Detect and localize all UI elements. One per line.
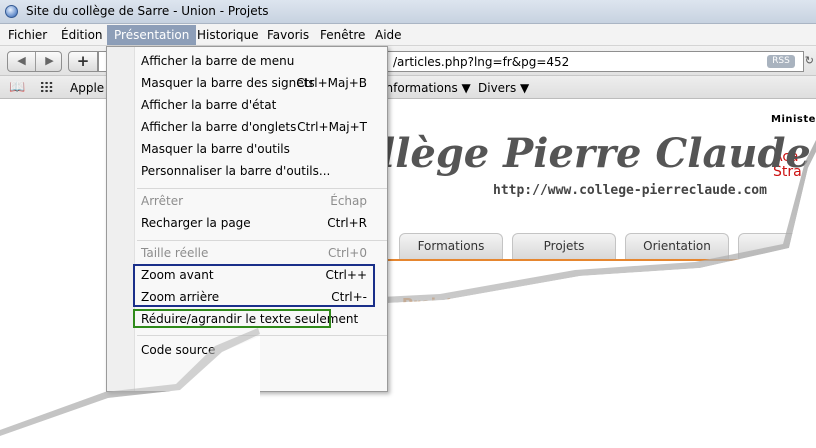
section-heading: Projets: [402, 295, 463, 313]
menu-item-label: Arrêter: [141, 194, 184, 208]
menu-fichier[interactable]: Fichier: [8, 28, 47, 42]
bookmark-divers[interactable]: Divers ▼: [478, 81, 529, 95]
menu-bar: Fichier Édition Présentation Historique …: [0, 24, 816, 46]
url-text: /articles.php?lng=fr&pg=452: [393, 55, 570, 69]
ministere-label: Ministere: [771, 114, 816, 125]
menu-item-personnaliser-outils[interactable]: Personnaliser la barre d'outils...: [141, 161, 381, 181]
menu-item-recharger[interactable]: Recharger la page Ctrl+R: [141, 213, 381, 233]
menu-separator: [137, 240, 387, 241]
nav-buttons: ◀ ▶: [7, 51, 62, 72]
menu-favoris[interactable]: Favoris: [267, 28, 309, 42]
menu-item-label: Personnaliser la barre d'outils...: [141, 164, 331, 178]
reload-icon[interactable]: ↻: [805, 54, 814, 67]
menu-item-afficher-onglets[interactable]: Afficher la barre d'onglets Ctrl+Maj+T: [141, 117, 381, 137]
tab-partial[interactable]: [738, 233, 816, 259]
forward-button[interactable]: ▶: [36, 54, 63, 67]
menu-item-label: Afficher la barre d'onglets: [141, 120, 297, 134]
menu-item-afficher-barre-etat[interactable]: Afficher la barre d'état: [141, 95, 381, 115]
site-url: http://www.college-pierreclaude.com: [493, 183, 767, 198]
menu-item-afficher-barre-menu[interactable]: Afficher la barre de menu: [141, 51, 381, 71]
menu-item-label: Afficher la barre de menu: [141, 54, 295, 68]
menu-item-shortcut: Ctrl+0: [327, 246, 367, 260]
site-title: llège Pierre Claude: [380, 130, 811, 177]
tab-projets[interactable]: Projets: [512, 233, 616, 259]
menu-separator: [137, 188, 387, 189]
add-bookmark-button[interactable]: +: [68, 51, 98, 72]
menu-aide[interactable]: Aide: [375, 28, 402, 42]
menu-item-label: Masquer la barre des signets: [141, 76, 315, 90]
book-icon[interactable]: 📖: [9, 80, 25, 95]
menu-item-masquer-outils[interactable]: Masquer la barre d'outils: [141, 139, 381, 159]
menu-fenetre[interactable]: Fenêtre: [320, 28, 365, 42]
menu-item-arreter: Arrêter Échap: [141, 191, 381, 211]
menu-item-label: Afficher la barre d'état: [141, 98, 277, 112]
menu-item-masquer-signets[interactable]: Masquer la barre des signets Ctrl+Maj+B: [141, 73, 381, 93]
bookmark-apple[interactable]: Apple: [70, 81, 104, 95]
menu-edition[interactable]: Édition: [61, 28, 103, 42]
menu-separator: [137, 335, 387, 336]
menu-item-shortcut: Échap: [330, 194, 367, 208]
presentation-menu: Afficher la barre de menu Masquer la bar…: [106, 46, 388, 392]
menu-presentation[interactable]: Présentation: [107, 25, 197, 45]
tab-orientation[interactable]: Orientation: [625, 233, 729, 259]
menu-item-label: Taille réelle: [141, 246, 209, 260]
window-title: Site du collège de Sarre - Union - Proje…: [26, 4, 269, 18]
zoom-highlight-box: [133, 264, 375, 307]
menu-historique[interactable]: Historique: [197, 28, 259, 42]
title-bar: Site du collège de Sarre - Union - Proje…: [0, 0, 816, 24]
menu-item-shortcut: Ctrl+R: [327, 216, 367, 230]
menu-item-label: Code source: [141, 343, 216, 357]
safari-icon: [5, 5, 18, 18]
menu-item-shortcut: Ctrl+Maj+B: [296, 76, 367, 90]
menu-item-label: Recharger la page: [141, 216, 251, 230]
menu-item-shortcut: Ctrl+Maj+T: [297, 120, 367, 134]
back-button[interactable]: ◀: [8, 54, 35, 67]
bookmark-informations[interactable]: Informations ▼: [382, 81, 471, 95]
menu-item-label: Masquer la barre d'outils: [141, 142, 290, 156]
top-sites-grid-icon[interactable]: [40, 81, 53, 93]
text-only-highlight-box: [133, 309, 331, 328]
menu-item-code-source[interactable]: Code source: [141, 340, 381, 360]
rss-badge[interactable]: RSS: [767, 55, 795, 68]
menu-gutter: [107, 47, 135, 391]
menu-item-taille-reelle: Taille réelle Ctrl+0: [141, 243, 381, 263]
tab-formations[interactable]: Formations: [399, 233, 503, 259]
